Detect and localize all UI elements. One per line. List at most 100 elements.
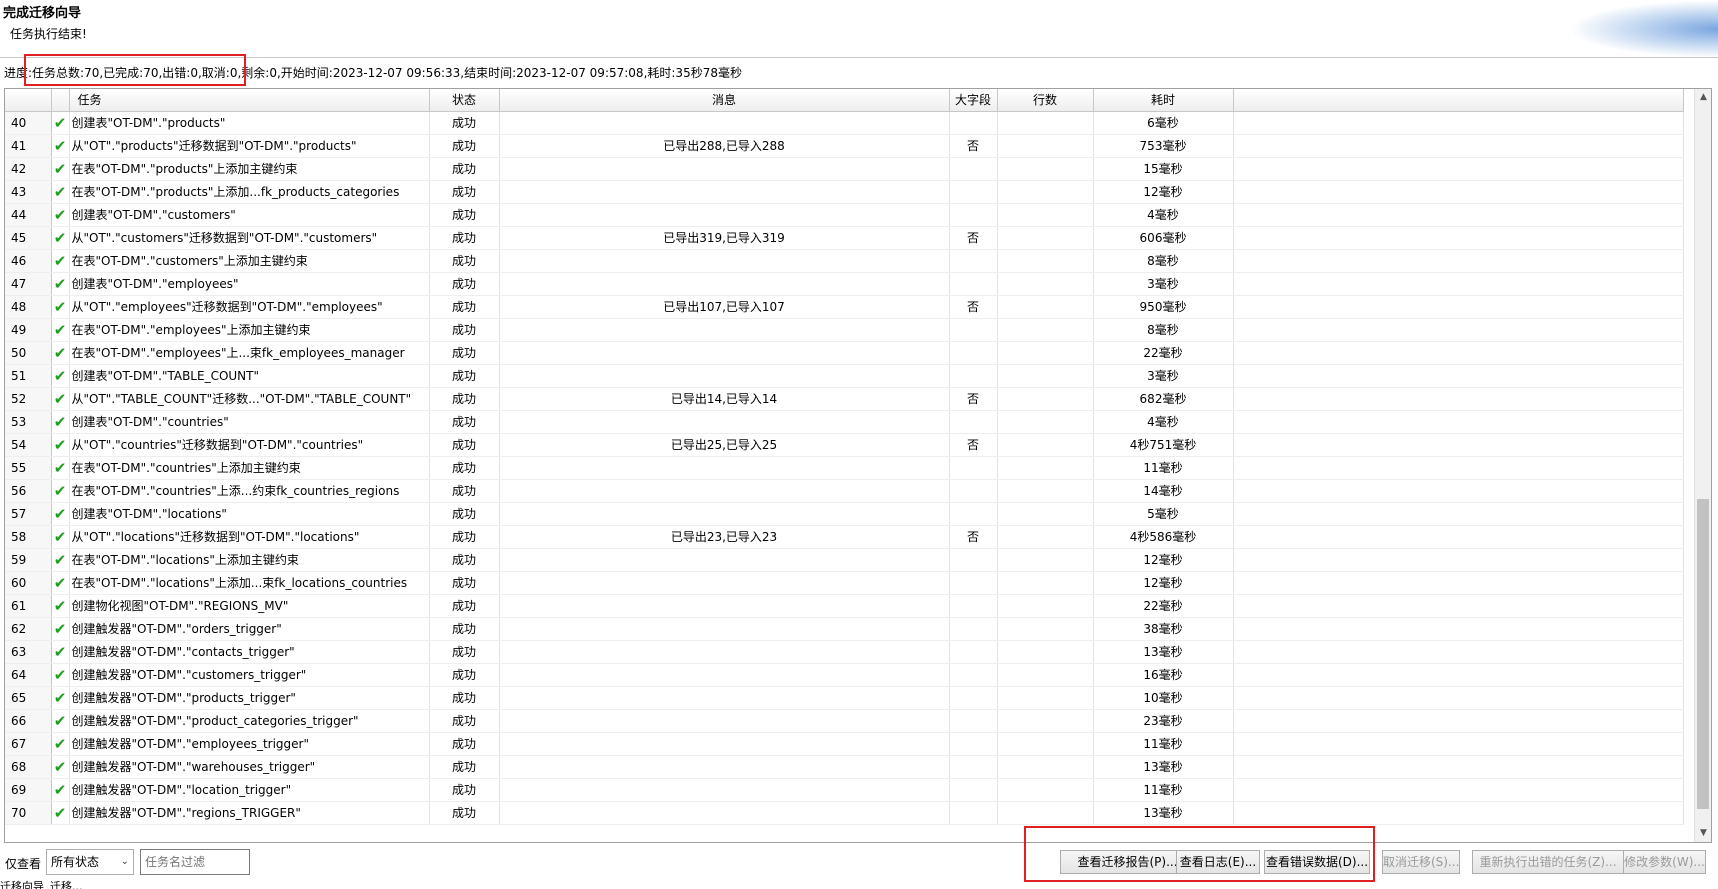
table-row[interactable]: 56 ✔ 在表"OT-DM"."countries"上添...约束fk_countr… <box>5 479 1684 503</box>
status-cell: 成功 <box>429 180 500 204</box>
rows-cell <box>997 203 1094 227</box>
tab-migration-other[interactable]: 迁移... <box>50 881 83 889</box>
table-row[interactable]: 66 ✔ 创建触发器"OT-DM"."product_categories_trig… <box>5 709 1684 733</box>
table-row[interactable]: 70 ✔ 创建触发器"OT-DM"."regions_TRIGGER" 成功 13毫秒 <box>5 801 1684 825</box>
task-column-header[interactable]: 任务 <box>69 89 430 112</box>
table-row[interactable]: 67 ✔ 创建触发器"OT-DM"."employees_trigger" 成功 11毫… <box>5 732 1684 756</box>
rows-cell <box>997 755 1094 779</box>
bigfield-cell <box>949 617 998 641</box>
row-number: 46 <box>5 249 52 273</box>
cancel-migration-button[interactable]: 取消迁移(S)... <box>1382 850 1460 874</box>
message-column-header[interactable]: 消息 <box>499 89 950 112</box>
table-row[interactable]: 46 ✔ 在表"OT-DM"."customers"上添加主键约束 成功 8毫秒 <box>5 249 1684 273</box>
filler-cell <box>1233 318 1684 342</box>
table-row[interactable]: 51 ✔ 创建表"OT-DM"."TABLE_COUNT" 成功 3毫秒 <box>5 364 1684 388</box>
row-number: 51 <box>5 364 52 388</box>
filler-cell <box>1233 640 1684 664</box>
view-report-button[interactable]: 查看迁移报告(P)... <box>1060 850 1195 874</box>
scroll-down-icon[interactable]: ▼ <box>1695 825 1711 842</box>
table-row[interactable]: 58 ✔ 从"OT"."locations"迁移数据到"OT-DM"."locati… <box>5 525 1684 549</box>
table-row[interactable]: 43 ✔ 在表"OT-DM"."products"上添加...fk_products… <box>5 180 1684 204</box>
row-number: 57 <box>5 502 52 526</box>
status-cell: 成功 <box>429 295 500 319</box>
bigfield-cell: 否 <box>949 433 998 457</box>
status-column-header[interactable]: 状态 <box>429 89 500 112</box>
row-number: 53 <box>5 410 52 434</box>
row-number: 54 <box>5 433 52 457</box>
table-row[interactable]: 47 ✔ 创建表"OT-DM"."employees" 成功 3毫秒 <box>5 272 1684 296</box>
table-row[interactable]: 49 ✔ 在表"OT-DM"."employees"上添加主键约束 成功 8毫秒 <box>5 318 1684 342</box>
rerun-failed-button[interactable]: 重新执行出错的任务(Z)... <box>1472 850 1624 874</box>
table-row[interactable]: 42 ✔ 在表"OT-DM"."products"上添加主键约束 成功 15毫秒 <box>5 157 1684 181</box>
message-cell <box>499 594 950 618</box>
task-name-cell: 在表"OT-DM"."locations"上添加主键约束 <box>69 548 430 572</box>
filler-column-header <box>1233 89 1684 112</box>
table-row[interactable]: 50 ✔ 在表"OT-DM"."employees"上...束fk_employee… <box>5 341 1684 365</box>
check-icon: ✔ <box>51 433 70 457</box>
time-cell: 682毫秒 <box>1093 387 1234 411</box>
table-row[interactable]: 60 ✔ 在表"OT-DM"."locations"上添加...束fk_locati… <box>5 571 1684 595</box>
table-row[interactable]: 53 ✔ 创建表"OT-DM"."countries" 成功 4毫秒 <box>5 410 1684 434</box>
table-row[interactable]: 64 ✔ 创建触发器"OT-DM"."customers_trigger" 成功 16毫… <box>5 663 1684 687</box>
time-cell: 11毫秒 <box>1093 778 1234 802</box>
row-number: 44 <box>5 203 52 227</box>
check-icon: ✔ <box>51 663 70 687</box>
message-cell <box>499 479 950 503</box>
filler-cell <box>1233 801 1684 825</box>
filler-cell <box>1233 249 1684 273</box>
rows-cell <box>997 318 1094 342</box>
table-row[interactable]: 59 ✔ 在表"OT-DM"."locations"上添加主键约束 成功 12毫秒 <box>5 548 1684 572</box>
row-number: 52 <box>5 387 52 411</box>
rows-cell <box>997 663 1094 687</box>
row-number-header[interactable] <box>5 89 52 112</box>
scroll-up-icon[interactable]: ▲ <box>1695 89 1711 106</box>
status-cell: 成功 <box>429 525 500 549</box>
scroll-thumb[interactable] <box>1697 499 1709 809</box>
table-row[interactable]: 45 ✔ 从"OT"."customers"迁移数据到"OT-DM"."custom… <box>5 226 1684 250</box>
table-row[interactable]: 54 ✔ 从"OT"."countries"迁移数据到"OT-DM"."countr… <box>5 433 1684 457</box>
task-name-filter-input[interactable] <box>140 849 250 875</box>
table-row[interactable]: 44 ✔ 创建表"OT-DM"."customers" 成功 4毫秒 <box>5 203 1684 227</box>
rows-cell <box>997 732 1094 756</box>
filler-cell <box>1233 295 1684 319</box>
filler-cell <box>1233 479 1684 503</box>
view-log-button[interactable]: 查看日志(E)... <box>1176 850 1260 874</box>
table-row[interactable]: 41 ✔ 从"OT"."products"迁移数据到"OT-DM"."product… <box>5 134 1684 158</box>
table-row[interactable]: 48 ✔ 从"OT"."employees"迁移数据到"OT-DM"."employ… <box>5 295 1684 319</box>
rows-cell <box>997 571 1094 595</box>
time-cell: 753毫秒 <box>1093 134 1234 158</box>
modify-params-button[interactable]: 修改参数(W)... <box>1623 850 1706 874</box>
table-row[interactable]: 62 ✔ 创建触发器"OT-DM"."orders_trigger" 成功 38毫秒 <box>5 617 1684 641</box>
status-filter-select[interactable]: 所有状态 ⌄ <box>46 849 134 875</box>
bigfield-cell <box>949 272 998 296</box>
check-icon: ✔ <box>51 801 70 825</box>
table-row[interactable]: 69 ✔ 创建触发器"OT-DM"."location_trigger" 成功 11毫秒 <box>5 778 1684 802</box>
task-name-cell: 创建触发器"OT-DM"."product_categories_trigger… <box>69 709 430 733</box>
status-icon-header[interactable] <box>51 89 70 112</box>
bigfield-cell <box>949 180 998 204</box>
view-error-data-button[interactable]: 查看错误数据(D)... <box>1264 850 1370 874</box>
check-icon: ✔ <box>51 502 70 526</box>
task-name-cell: 从"OT"."countries"迁移数据到"OT-DM"."countries… <box>69 433 430 457</box>
table-row[interactable]: 55 ✔ 在表"OT-DM"."countries"上添加主键约束 成功 11毫秒 <box>5 456 1684 480</box>
rows-cell <box>997 617 1094 641</box>
rows-cell <box>997 111 1094 135</box>
table-row[interactable]: 68 ✔ 创建触发器"OT-DM"."warehouses_trigger" 成功 13… <box>5 755 1684 779</box>
vertical-scrollbar[interactable]: ▲ ▼ <box>1694 89 1711 842</box>
table-row[interactable]: 61 ✔ 创建物化视图"OT-DM"."REGIONS_MV" 成功 22毫秒 <box>5 594 1684 618</box>
time-cell: 23毫秒 <box>1093 709 1234 733</box>
filler-cell <box>1233 410 1684 434</box>
table-row[interactable]: 65 ✔ 创建触发器"OT-DM"."products_trigger" 成功 10毫秒 <box>5 686 1684 710</box>
tab-migration-wizard[interactable]: 迁移向导 <box>0 881 44 889</box>
table-row[interactable]: 63 ✔ 创建触发器"OT-DM"."contacts_trigger" 成功 13毫秒 <box>5 640 1684 664</box>
time-cell: 13毫秒 <box>1093 640 1234 664</box>
row-number: 40 <box>5 111 52 135</box>
time-column-header[interactable]: 耗时 <box>1093 89 1234 112</box>
bigfield-cell <box>949 571 998 595</box>
table-row[interactable]: 57 ✔ 创建表"OT-DM"."locations" 成功 5毫秒 <box>5 502 1684 526</box>
bigfield-cell <box>949 479 998 503</box>
bigfield-column-header[interactable]: 大字段 <box>949 89 998 112</box>
rows-column-header[interactable]: 行数 <box>997 89 1094 112</box>
table-row[interactable]: 52 ✔ 从"OT"."TABLE_COUNT"迁移数..."OT-DM"."TAB… <box>5 387 1684 411</box>
table-row[interactable]: 40 ✔ 创建表"OT-DM"."products" 成功 6毫秒 <box>5 111 1684 135</box>
